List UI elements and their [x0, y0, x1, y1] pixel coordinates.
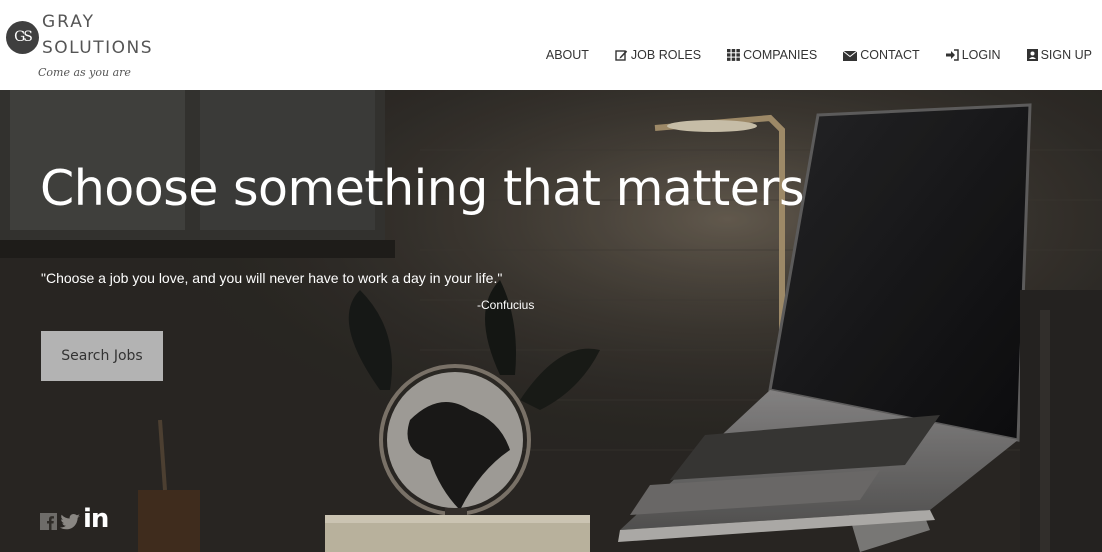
- logo-tagline: Come as you are: [38, 66, 131, 79]
- hero-quote: "Choose a job you love, and you will nev…: [41, 270, 503, 286]
- hero-title: Choose something that matters: [40, 160, 805, 217]
- social-links: in: [40, 506, 109, 532]
- nav-job-roles[interactable]: JOB ROLES: [615, 48, 701, 62]
- envelope-icon: [843, 50, 858, 61]
- nav-sign-up-label: SIGN UP: [1040, 48, 1092, 62]
- nav-sign-up[interactable]: SIGN UP: [1026, 48, 1092, 62]
- id-card-icon: [1026, 49, 1038, 61]
- hero-section: Choose something that matters "Choose a …: [0, 90, 1102, 552]
- edit-icon: [615, 50, 628, 61]
- nav-companies[interactable]: COMPANIES: [727, 48, 817, 62]
- linkedin-icon[interactable]: in: [83, 506, 109, 532]
- main-nav: ABOUT JOB ROLES COMPANIES CONTACT LOGIN …: [520, 48, 1092, 62]
- nav-contact-label: CONTACT: [860, 48, 920, 62]
- grid-icon: [727, 49, 740, 61]
- nav-about-label: ABOUT: [545, 48, 589, 62]
- nav-about[interactable]: ABOUT: [546, 48, 589, 62]
- hero-quote-author: -Confucius: [477, 298, 535, 312]
- nav-job-roles-label: JOB ROLES: [630, 48, 702, 62]
- linkedin-icon-label: in: [83, 504, 109, 534]
- nav-login[interactable]: LOGIN: [945, 48, 1001, 62]
- brand-logo[interactable]: GS GRAY SOLUTIONS Come as you are: [6, 6, 186, 86]
- nav-contact[interactable]: CONTACT: [843, 48, 920, 62]
- logo-name-line1: GRAY: [42, 12, 95, 32]
- facebook-icon[interactable]: [40, 513, 57, 530]
- sign-in-icon: [945, 49, 959, 61]
- nav-companies-label: COMPANIES: [743, 48, 818, 62]
- logo-name-line2: SOLUTIONS: [42, 38, 154, 58]
- logo-mark: GS: [6, 21, 39, 54]
- nav-login-label: LOGIN: [961, 48, 1001, 62]
- search-jobs-button[interactable]: Search Jobs: [41, 331, 163, 381]
- site-header: GS GRAY SOLUTIONS Come as you are ABOUT …: [0, 0, 1102, 90]
- twitter-icon[interactable]: [60, 514, 80, 530]
